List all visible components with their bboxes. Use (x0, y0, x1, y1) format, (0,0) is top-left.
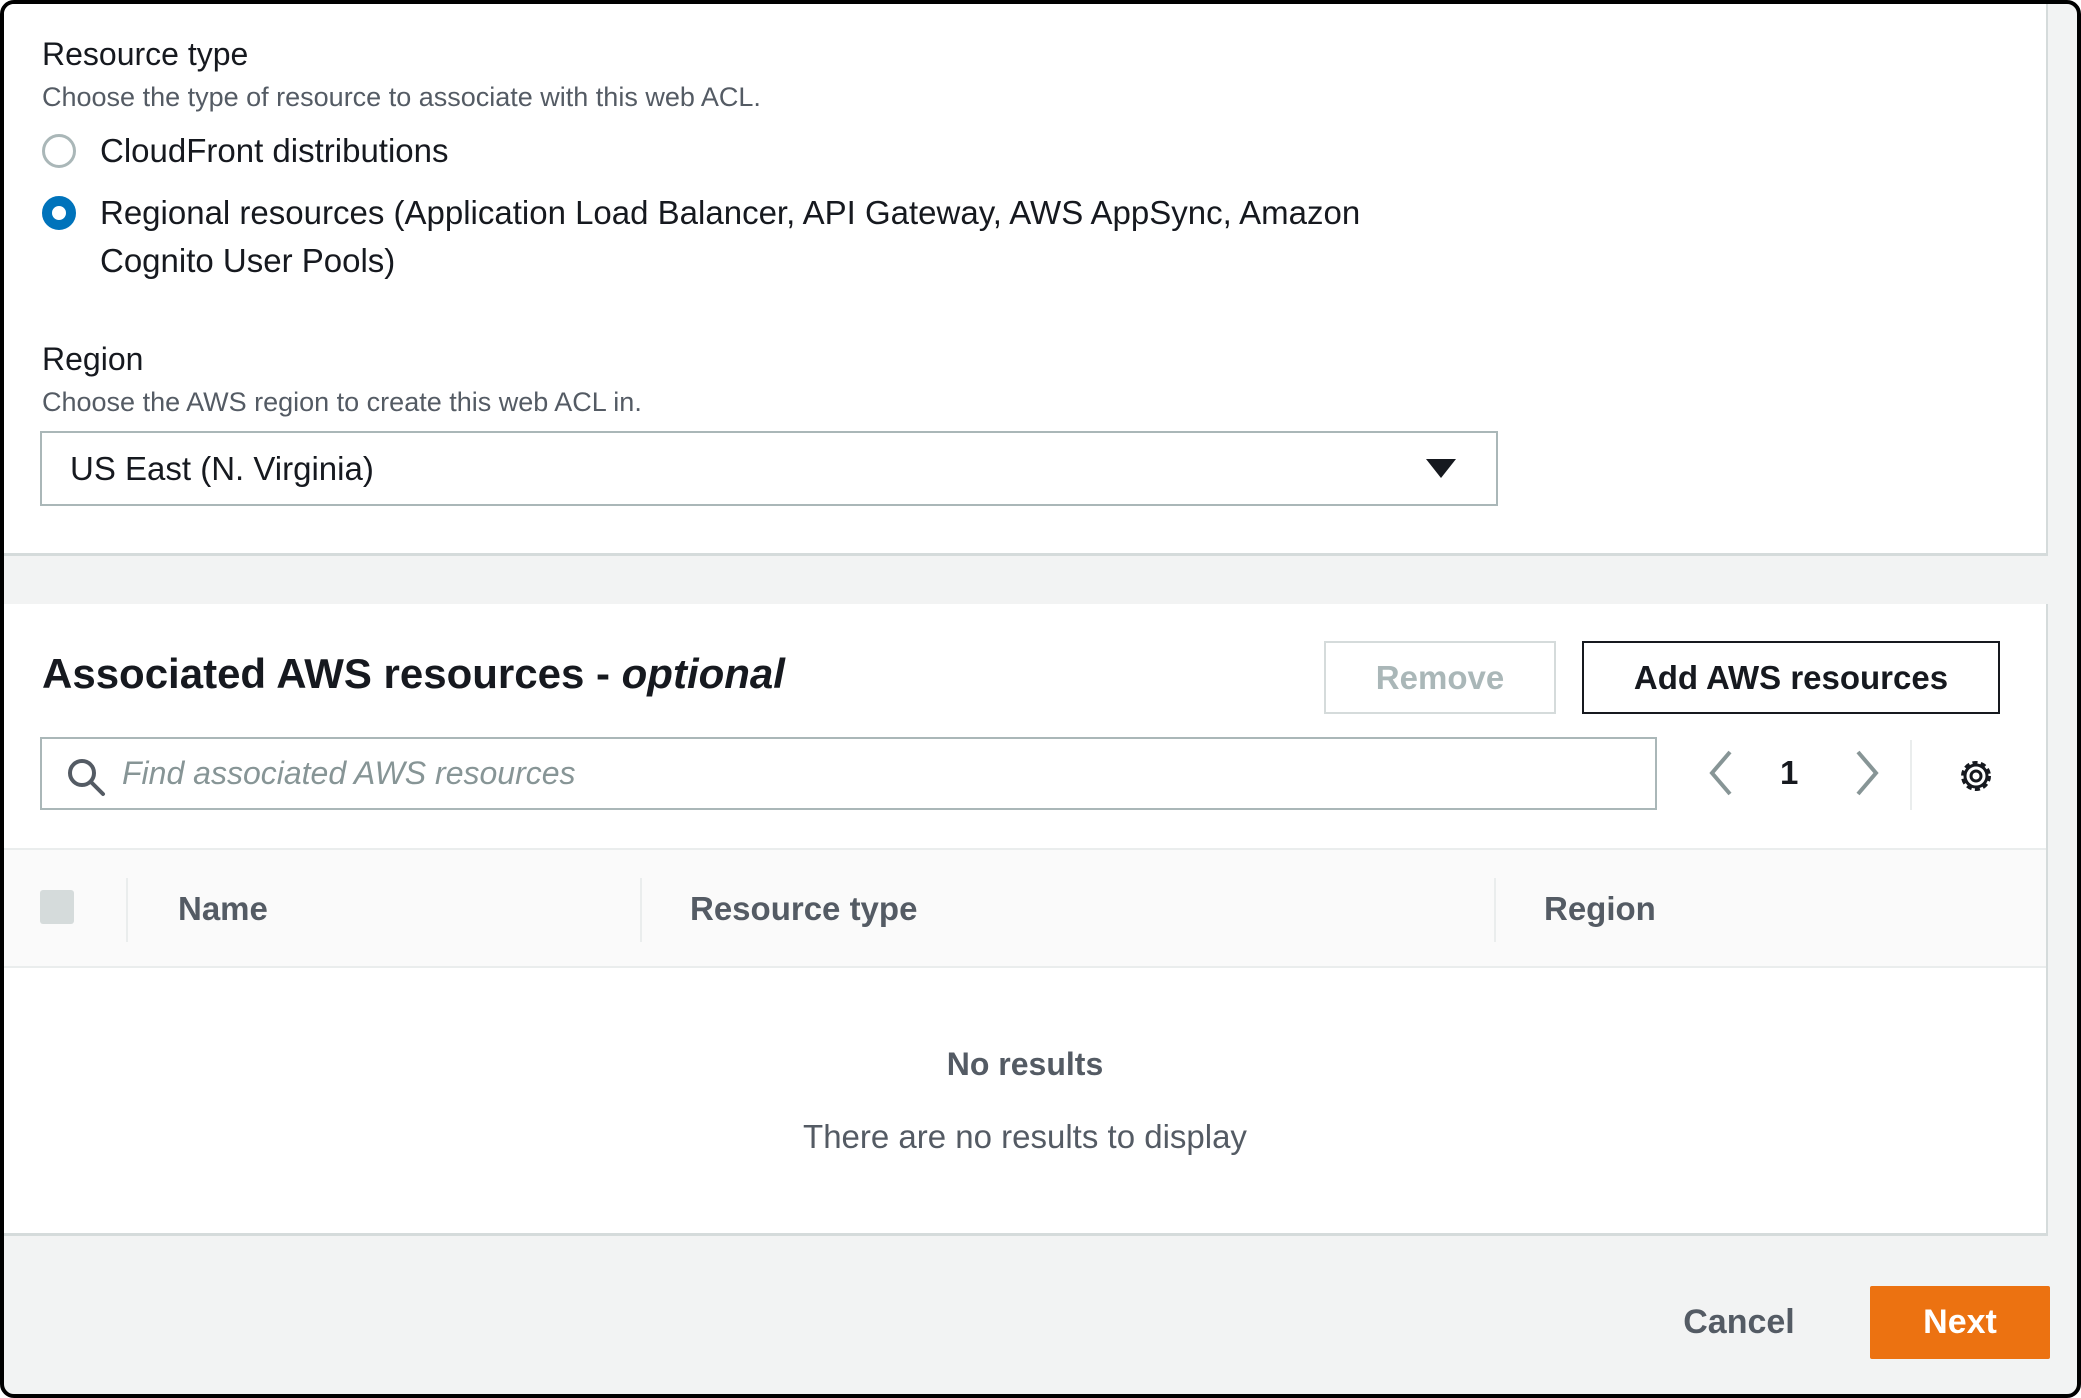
region-label: Region (42, 341, 144, 377)
gear-icon[interactable] (1956, 756, 1996, 796)
chevron-left-icon[interactable] (1704, 746, 1738, 800)
associated-resources-panel: Associated AWS resources - optional Remo… (4, 604, 2048, 1236)
page-frame: Resource type Choose the type of resourc… (0, 0, 2081, 1398)
empty-state-description: There are no results to display (803, 1118, 1247, 1155)
column-header-region[interactable]: Region (1544, 890, 1656, 928)
search-placeholder: Find associated AWS resources (122, 755, 576, 791)
resource-settings-panel: Resource type Choose the type of resourc… (4, 4, 2048, 556)
region-description: Choose the AWS region to create this web… (42, 387, 642, 417)
column-header-resource-type[interactable]: Resource type (690, 890, 917, 928)
radio-label-cloudfront: CloudFront distributions (100, 132, 449, 169)
radio-button-selected[interactable] (42, 196, 76, 230)
radio-button[interactable] (42, 134, 76, 168)
search-input[interactable]: Find associated AWS resources (40, 737, 1657, 810)
panel-title-main: Associated AWS resources - (42, 650, 622, 697)
panel-title: Associated AWS resources - optional (42, 650, 785, 698)
column-divider (126, 878, 128, 942)
select-all-checkbox[interactable] (40, 890, 74, 924)
radio-label-regional: Regional resources (Application Load Bal… (100, 189, 1360, 285)
panel-title-optional: optional (621, 650, 785, 697)
chevron-right-icon[interactable] (1850, 746, 1884, 800)
resource-type-description: Choose the type of resource to associate… (42, 82, 761, 112)
resource-type-label: Resource type (42, 36, 249, 72)
next-button[interactable]: Next (1870, 1286, 2050, 1359)
caret-down-icon (1426, 459, 1456, 478)
table-header: Name Resource type Region (4, 848, 2046, 968)
add-aws-resources-button[interactable]: Add AWS resources (1582, 641, 2000, 714)
region-select-value: US East (N. Virginia) (70, 449, 374, 487)
empty-state-title: No results (946, 1046, 1104, 1082)
page-number[interactable]: 1 (1780, 754, 1798, 792)
remove-button[interactable]: Remove (1324, 641, 1556, 714)
column-divider (1494, 878, 1496, 942)
radio-regional[interactable]: Regional resources (Application Load Bal… (42, 194, 1360, 285)
radio-cloudfront[interactable]: CloudFront distributions (42, 132, 449, 175)
region-select[interactable]: US East (N. Virginia) (40, 431, 1498, 506)
column-divider (640, 878, 642, 942)
radio-label-regional-line1: Regional resources (Application Load Bal… (100, 194, 1361, 231)
cancel-button[interactable]: Cancel (1654, 1286, 1824, 1359)
radio-label-regional-line2: Cognito User Pools) (100, 242, 396, 279)
search-icon (68, 759, 105, 796)
column-header-name[interactable]: Name (178, 890, 268, 928)
pager-divider (1910, 740, 1912, 810)
